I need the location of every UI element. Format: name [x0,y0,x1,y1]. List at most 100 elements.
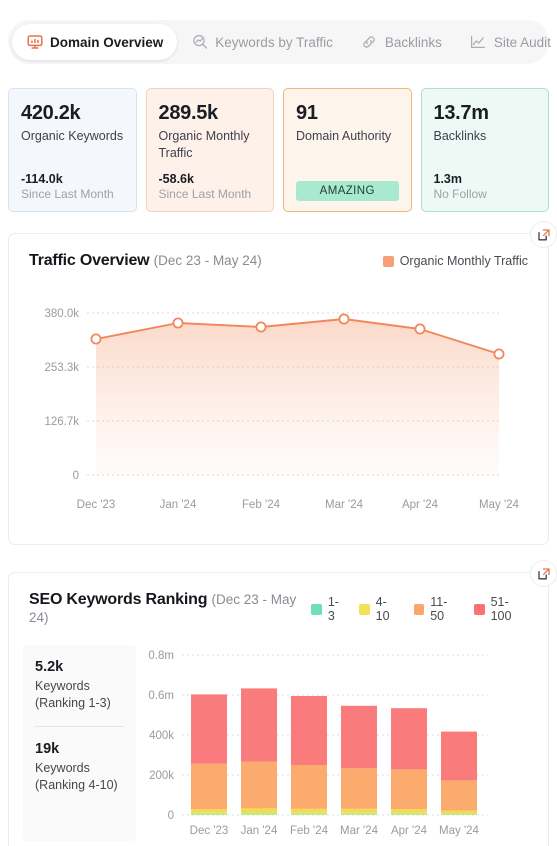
svg-text:0.6m: 0.6m [148,690,174,702]
data-point[interactable] [338,313,350,325]
metric-delta-period: Since Last Month [158,187,252,201]
tab-keywords-by-traffic[interactable]: Keywords by Traffic [177,24,347,60]
seo-x-axis-labels: Dec '23 Jan '24 Feb '24 Mar '24 Apr '24 … [190,825,480,837]
tab-backlinks[interactable]: Backlinks [347,24,456,60]
data-point[interactable] [414,323,426,335]
svg-text:0: 0 [73,470,79,482]
svg-text:Jan '24: Jan '24 [160,499,197,511]
bar-segment-1-3[interactable] [191,812,227,815]
seo-stat-ranking-1-3: 5.2k Keywords (Ranking 1-3) [35,659,124,712]
traffic-expand-button[interactable] [530,221,557,248]
metric-card-organic-monthly-traffic[interactable]: 289.5k Organic Monthly Traffic -58.6k Si… [145,88,274,212]
svg-text:Mar '24: Mar '24 [340,825,379,837]
data-point[interactable] [493,348,505,360]
traffic-panel-header: Traffic Overview (Dec 23 - May 24) Organ… [9,234,548,270]
bar-group[interactable] [191,694,227,815]
seo-legend: 1-3 4-10 11-50 51-100 [311,595,528,623]
bar-segment-11-50[interactable] [291,765,327,809]
seo-expand-button[interactable] [530,560,557,587]
bar-segment-1-3[interactable] [341,812,377,815]
metric-value: 289.5k [158,102,219,124]
metric-label: Organic Keywords [21,129,124,143]
seo-stat-ranking-4-10: 19k Keywords (Ranking 4-10) [35,741,124,794]
legend-item-organic-monthly-traffic[interactable]: Organic Monthly Traffic [382,254,528,268]
legend-item-51-100[interactable]: 51-100 [474,595,528,623]
bar-segment-4-10[interactable] [391,809,427,813]
bar-segment-51-100[interactable] [441,731,477,781]
metric-value: 91 [296,102,318,124]
bar-group[interactable] [441,731,477,815]
svg-text:200k: 200k [149,770,174,782]
legend-swatch [359,603,370,615]
traffic-y-axis-labels: 380.0k 253.3k 126.7k 0 [44,308,79,482]
tab-label: Keywords by Traffic [215,34,333,50]
bar-segment-1-3[interactable] [441,813,477,815]
svg-text:Dec '23: Dec '23 [190,825,229,837]
bar-segment-4-10[interactable] [191,809,227,813]
traffic-legend: Organic Monthly Traffic [382,254,528,268]
seo-bars[interactable] [191,688,477,815]
tab-site-audit[interactable]: Site Audit [456,24,557,60]
seo-y-axis-labels: 0.8m 0.6m 400k 200k 0 [148,650,174,822]
bar-segment-1-3[interactable] [291,812,327,815]
seo-stat-value: 19k [35,740,60,757]
data-point[interactable] [172,317,184,329]
legend-swatch [413,603,425,615]
svg-text:Feb '24: Feb '24 [242,499,281,511]
legend-item-1-3[interactable]: 1-3 [311,595,345,623]
bar-segment-4-10[interactable] [241,808,277,812]
data-point[interactable] [255,321,267,333]
keyword-search-icon [191,34,208,51]
metric-card-organic-keywords[interactable]: 420.2k Organic Keywords -114.0k Since La… [8,88,137,212]
bar-segment-4-10[interactable] [291,808,327,813]
seo-panel-header: SEO Keywords Ranking (Dec 23 - May 24) 1… [9,573,548,627]
external-link-icon [537,567,551,581]
bar-segment-11-50[interactable] [241,761,277,809]
bar-segment-4-10[interactable] [441,810,477,813]
bar-group[interactable] [341,705,377,815]
bar-segment-51-100[interactable] [391,708,427,770]
svg-text:253.3k: 253.3k [44,362,79,374]
seo-stacked-bar-chart: 0.8m 0.6m 400k 200k 0 Dec '23 Jan '24 Fe… [148,650,488,837]
metric-delta: 1.3m [433,172,463,186]
external-link-icon [537,228,551,242]
legend-swatch [474,603,485,615]
bar-segment-4-10[interactable] [341,808,377,813]
legend-label: Organic Monthly Traffic [399,254,528,268]
seo-title-text: SEO Keywords Ranking [29,591,208,608]
bar-segment-51-100[interactable] [191,694,227,764]
bar-segment-1-3[interactable] [391,812,427,815]
traffic-date-range: (Dec 23 - May 24) [153,253,262,268]
tab-domain-overview[interactable]: Domain Overview [12,24,178,60]
svg-text:0: 0 [168,810,174,822]
bar-segment-51-100[interactable] [241,688,277,762]
bar-segment-11-50[interactable] [341,768,377,809]
metric-value: 13.7m [433,102,490,124]
svg-text:Mar '24: Mar '24 [325,499,364,511]
bar-group[interactable] [291,696,327,815]
svg-text:380.0k: 380.0k [44,308,79,320]
bar-group[interactable] [391,708,427,815]
bar-segment-51-100[interactable] [341,705,377,769]
seo-side-stats: 5.2k Keywords (Ranking 1-3) 19k Keywords… [23,645,136,841]
metric-card-backlinks[interactable]: 13.7m Backlinks 1.3m No Follow [420,88,549,212]
bar-segment-11-50[interactable] [391,769,427,810]
legend-item-4-10[interactable]: 4-10 [359,595,400,623]
svg-text:Jan '24: Jan '24 [241,825,278,837]
legend-swatch [382,255,394,267]
bar-segment-1-3[interactable] [241,812,277,815]
seo-stat-value: 5.2k [35,659,64,675]
data-point[interactable] [90,333,102,345]
bar-segment-51-100[interactable] [291,696,327,765]
divider [35,725,124,727]
traffic-area-fill [96,319,499,475]
legend-item-11-50[interactable]: 11-50 [413,595,460,623]
legend-label: 4-10 [375,595,390,623]
metric-card-domain-authority[interactable]: 91 Domain Authority AMAZING [283,88,412,212]
bar-group[interactable] [241,688,277,815]
svg-text:May '24: May '24 [439,825,480,837]
metric-label: Backlinks [433,129,487,143]
bar-segment-11-50[interactable] [191,763,227,809]
legend-swatch [311,603,322,615]
bar-segment-11-50[interactable] [441,780,477,811]
